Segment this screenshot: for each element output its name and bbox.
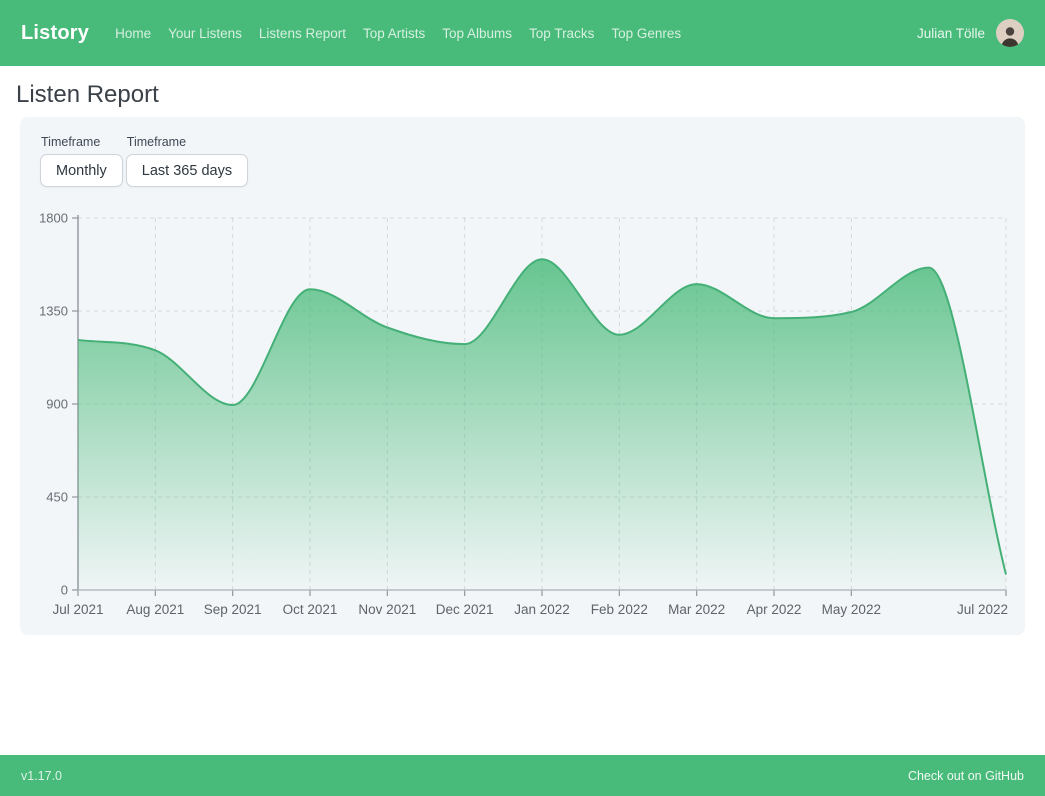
svg-text:1350: 1350 (39, 304, 68, 319)
interval-filter-label: Timeframe (41, 135, 123, 149)
svg-text:Feb 2022: Feb 2022 (591, 602, 648, 617)
nav-item-listens-report[interactable]: Listens Report (259, 26, 346, 41)
range-filter-label: Timeframe (127, 135, 248, 149)
nav-item-home[interactable]: Home (115, 26, 151, 41)
person-icon (998, 23, 1022, 47)
area-chart-canvas: 0 450 900 1350 1800 Jul 2021 Aug 2021 Sep 2021 O… (20, 212, 1025, 617)
brand-logo[interactable]: Listory (21, 22, 89, 45)
svg-text:Apr 2022: Apr 2022 (747, 602, 802, 617)
svg-text:Jul 2022: Jul 2022 (957, 602, 1008, 617)
svg-text:0: 0 (61, 583, 68, 598)
page-title: Listen Report (16, 81, 159, 109)
nav-item-your-listens[interactable]: Your Listens (168, 26, 242, 41)
svg-text:Jan 2022: Jan 2022 (514, 602, 570, 617)
svg-text:450: 450 (46, 490, 68, 505)
nav-item-top-tracks[interactable]: Top Tracks (529, 26, 594, 41)
range-select[interactable]: Last 365 days (126, 154, 248, 187)
app-version: v1.17.0 (21, 769, 62, 783)
svg-text:Mar 2022: Mar 2022 (668, 602, 725, 617)
user-avatar[interactable] (996, 19, 1024, 47)
svg-text:1800: 1800 (39, 212, 68, 226)
svg-text:Sep 2021: Sep 2021 (204, 602, 262, 617)
navbar: Listory Home Your Listens Listens Report… (0, 0, 1045, 66)
svg-text:Nov 2021: Nov 2021 (358, 602, 416, 617)
nav-links: Home Your Listens Listens Report Top Art… (115, 26, 917, 41)
range-filter-group: Timeframe Last 365 days (126, 135, 248, 187)
nav-item-top-albums[interactable]: Top Albums (442, 26, 512, 41)
user-menu[interactable]: Julian Tölle (917, 19, 1024, 47)
user-name[interactable]: Julian Tölle (917, 26, 985, 41)
svg-text:900: 900 (46, 397, 68, 412)
svg-text:Aug 2021: Aug 2021 (126, 602, 184, 617)
github-link[interactable]: Check out on GitHub (908, 769, 1024, 783)
timeframe-filters: Timeframe Monthly Timeframe Last 365 day… (40, 135, 248, 187)
svg-text:Dec 2021: Dec 2021 (436, 602, 494, 617)
nav-item-top-artists[interactable]: Top Artists (363, 26, 425, 41)
listen-report-chart: 0 450 900 1350 1800 Jul 2021 Aug 2021 Sep 2021 O… (20, 212, 1025, 617)
svg-text:Jul 2021: Jul 2021 (52, 602, 103, 617)
nav-item-top-genres[interactable]: Top Genres (611, 26, 681, 41)
interval-select[interactable]: Monthly (40, 154, 123, 187)
interval-filter-group: Timeframe Monthly (40, 135, 123, 187)
footer: v1.17.0 Check out on GitHub (0, 755, 1045, 796)
svg-text:May 2022: May 2022 (822, 602, 881, 617)
report-card: Timeframe Monthly Timeframe Last 365 day… (20, 117, 1025, 635)
svg-text:Oct 2021: Oct 2021 (283, 602, 338, 617)
